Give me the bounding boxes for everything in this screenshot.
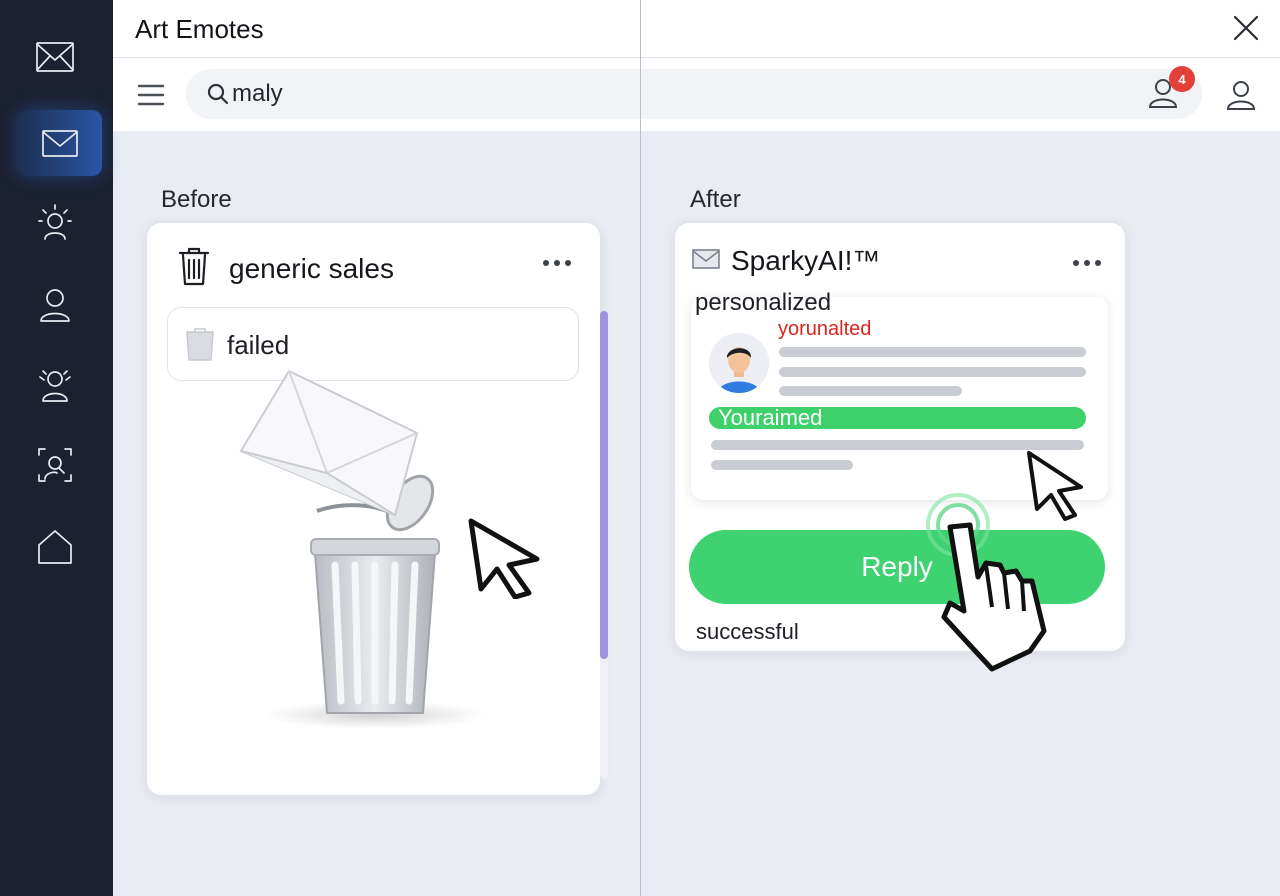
sender-name: yorunalted	[778, 318, 872, 340]
highlight-text: Youraimed	[718, 405, 823, 430]
after-label: After	[690, 186, 741, 213]
hamburger-icon	[137, 84, 165, 106]
scrollbar-thumb[interactable]	[600, 311, 608, 659]
nav-rail	[0, 0, 113, 896]
after-card: SparkyAI!™ yorunalted Youraimed personal…	[675, 223, 1125, 672]
more-dots-icon	[543, 260, 549, 266]
split-divider	[640, 0, 641, 896]
person-icon	[40, 289, 70, 322]
rail-item-inbox[interactable]	[18, 110, 102, 176]
text-line-placeholder	[711, 460, 853, 470]
after-card-header: SparkyAI!™	[691, 245, 880, 277]
after-card-title: SparkyAI!™	[731, 245, 881, 276]
close-icon	[1233, 15, 1259, 41]
group-icon	[39, 370, 71, 402]
notification-badge: 4	[1169, 66, 1195, 92]
text-line-placeholder	[779, 347, 1086, 357]
search-input[interactable]	[232, 78, 1032, 110]
more-dots-icon	[1073, 260, 1079, 266]
before-label: Before	[161, 186, 232, 213]
trash-icon	[184, 326, 216, 367]
mail-icon	[36, 42, 74, 72]
close-button[interactable]	[1230, 12, 1262, 44]
person-icon	[1226, 81, 1256, 110]
home-icon	[38, 530, 72, 564]
before-card: generic sales failed	[147, 223, 608, 795]
before-card-header: generic sales	[177, 245, 394, 292]
hamburger-menu-button[interactable]	[135, 80, 167, 110]
rail-item-home[interactable]	[20, 514, 90, 580]
rail-item-mail[interactable]	[20, 24, 90, 90]
mail-icon	[691, 247, 721, 276]
rail-item-group[interactable]	[20, 352, 90, 418]
profile-button[interactable]	[1224, 78, 1260, 118]
scan-search-icon	[38, 448, 72, 482]
trash-icon	[177, 245, 211, 292]
title-bar: Art Emotes	[113, 0, 1280, 58]
rail-item-person[interactable]	[20, 272, 90, 338]
personalized-label: personalized	[695, 289, 832, 316]
successful-label: successful	[696, 619, 799, 644]
person-avatar-icon	[709, 333, 769, 393]
text-line-placeholder	[779, 386, 962, 396]
failed-label: failed	[227, 330, 290, 360]
mail-icon	[42, 130, 78, 157]
rail-item-scan[interactable]	[20, 432, 90, 498]
app-title: Art Emotes	[135, 14, 264, 44]
rail-item-ideas[interactable]	[20, 190, 90, 256]
avatar	[709, 333, 769, 393]
before-more-button[interactable]	[543, 257, 573, 269]
before-card-title: generic sales	[229, 252, 394, 284]
text-line-placeholder	[779, 367, 1086, 377]
search-icon	[206, 82, 230, 106]
toolbar: 4	[113, 58, 1280, 131]
after-more-button[interactable]	[1073, 257, 1103, 269]
contacts-button[interactable]: 4	[1146, 66, 1195, 116]
search-bar[interactable]	[186, 69, 1202, 119]
idea-person-icon	[38, 204, 72, 240]
arrow-cursor-icon	[468, 518, 540, 599]
hand-pointer-cursor-icon	[926, 493, 1047, 672]
